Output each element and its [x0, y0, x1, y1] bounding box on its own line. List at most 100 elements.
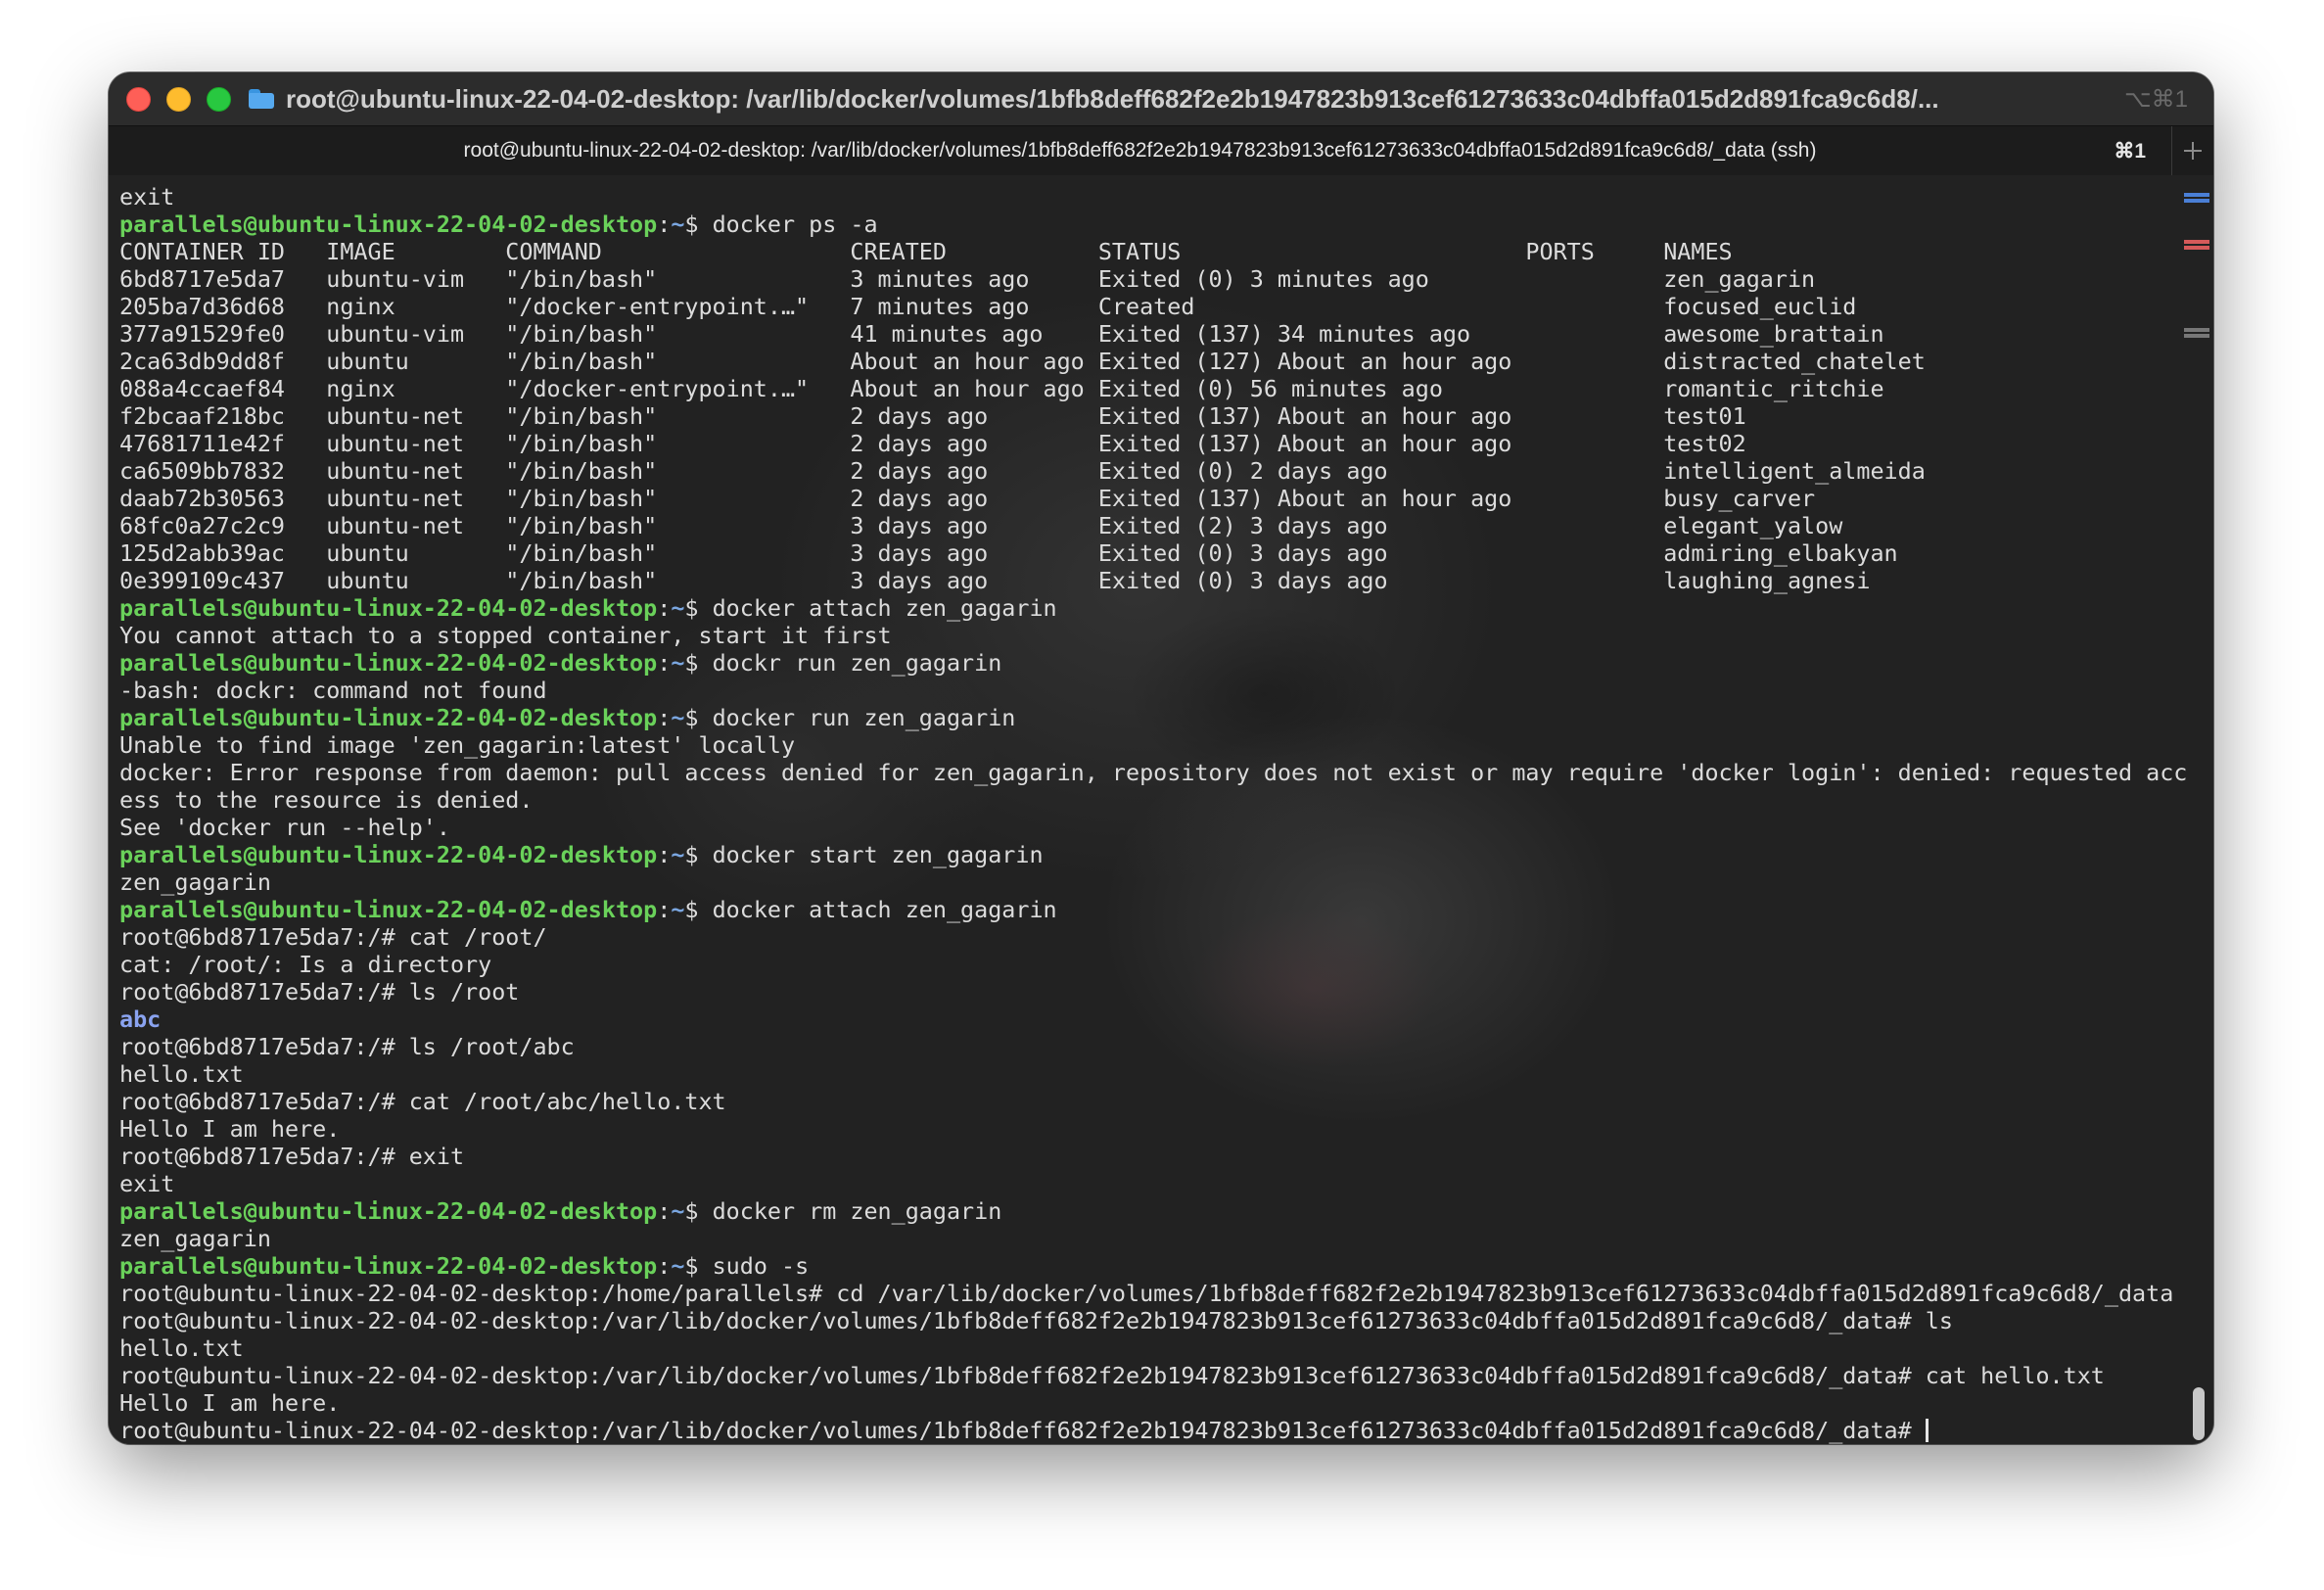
- output-text: 377a91529fe0 ubuntu-vim "/bin/bash" 41 m…: [119, 320, 1884, 348]
- output-text: 2ca63db9dd8f ubuntu "/bin/bash" About an…: [119, 348, 1926, 375]
- output-text: cat: /root/: Is a directory: [119, 951, 492, 978]
- prompt-user-host: parallels@ubuntu-linux-22-04-02-desktop: [119, 1197, 658, 1225]
- output-line: zen_gagarin: [119, 868, 2175, 896]
- window-controls: [126, 86, 247, 112]
- output-text: f2bcaaf218bc ubuntu-net "/bin/bash" 2 da…: [119, 402, 1746, 430]
- output-line: root@6bd8717e5da7:/# cat /root/: [119, 923, 2175, 951]
- prompt-path: ~: [671, 841, 685, 868]
- output-line: 205ba7d36d68 nginx "/docker-entrypoint.……: [119, 293, 2175, 320]
- tab-bar: root@ubuntu-linux-22-04-02-desktop: /var…: [109, 125, 2213, 176]
- command-text: $ docker run zen_gagarin: [684, 704, 1016, 731]
- scroll-marker-red-2: [2184, 246, 2209, 250]
- tab-ssh-session[interactable]: root@ubuntu-linux-22-04-02-desktop: /var…: [109, 126, 2171, 175]
- directory-listing-item: abc: [119, 1005, 162, 1033]
- prompt-separator: :: [657, 594, 672, 622]
- terminal-text: exit parallels@ubuntu-linux-22-04-02-desk…: [119, 183, 2187, 1444]
- output-line: CONTAINER ID IMAGE COMMAND CREATED STATU…: [119, 238, 2175, 265]
- output-text: root@6bd8717e5da7:/# ls /root: [119, 978, 520, 1005]
- output-text: exit: [119, 1170, 175, 1197]
- output-line: 377a91529fe0 ubuntu-vim "/bin/bash" 41 m…: [119, 320, 2175, 348]
- output-line: ca6509bb7832 ubuntu-net "/bin/bash" 2 da…: [119, 457, 2175, 485]
- output-text: zen_gagarin: [119, 1225, 271, 1252]
- output-line: docker: Error response from daemon: pull…: [119, 759, 2187, 786]
- command-text: $ docker rm zen_gagarin: [684, 1197, 1002, 1225]
- prompt-path: ~: [671, 649, 685, 677]
- prompt-user-host: parallels@ubuntu-linux-22-04-02-desktop: [119, 594, 658, 622]
- output-text: root@6bd8717e5da7:/# cat /root/: [119, 923, 547, 951]
- folder-icon: [249, 89, 274, 109]
- prompt-separator: :: [657, 649, 672, 677]
- prompt-path: ~: [671, 1197, 685, 1225]
- scroll-marker-blue-2: [2184, 199, 2209, 203]
- output-line: 2ca63db9dd8f ubuntu "/bin/bash" About an…: [119, 348, 2175, 375]
- output-line: abc: [119, 1005, 2175, 1033]
- close-window-button[interactable]: [126, 86, 151, 112]
- prompt-path: ~: [671, 896, 685, 923]
- title-bar[interactable]: root@ubuntu-linux-22-04-02-desktop: /var…: [109, 72, 2213, 125]
- text-cursor[interactable]: [1925, 1419, 1929, 1442]
- output-text: 088a4ccaef84 nginx "/docker-entrypoint.……: [119, 375, 1884, 402]
- output-text: hello.txt: [119, 1334, 244, 1362]
- minimize-window-button[interactable]: [166, 86, 191, 112]
- output-text: ess to the resource is denied.: [119, 786, 534, 814]
- output-text: ca6509bb7832 ubuntu-net "/bin/bash" 2 da…: [119, 457, 1926, 485]
- output-line: See 'docker run --help'.: [119, 814, 2175, 841]
- output-text: hello.txt: [119, 1060, 244, 1088]
- output-line: root@6bd8717e5da7:/# cat /root/abc/hello…: [119, 1088, 2175, 1115]
- prompt-path: ~: [671, 1252, 685, 1280]
- prompt-separator: :: [657, 1197, 672, 1225]
- output-text: daab72b30563 ubuntu-net "/bin/bash" 2 da…: [119, 485, 1816, 512]
- prompt-user-host: parallels@ubuntu-linux-22-04-02-desktop: [119, 704, 658, 731]
- output-line: hello.txt: [119, 1334, 2175, 1362]
- output-text: root@6bd8717e5da7:/# exit: [119, 1143, 465, 1170]
- output-text: 47681711e42f ubuntu-net "/bin/bash" 2 da…: [119, 430, 1746, 457]
- output-line: 088a4ccaef84 nginx "/docker-entrypoint.……: [119, 375, 2175, 402]
- output-text: You cannot attach to a stopped container…: [119, 622, 892, 649]
- prompt-line: parallels@ubuntu-linux-22-04-02-desktop:…: [119, 649, 2175, 677]
- prompt-line: parallels@ubuntu-linux-22-04-02-desktop:…: [119, 896, 2175, 923]
- new-tab-button[interactable]: [2171, 126, 2213, 175]
- output-line: Unable to find image 'zen_gagarin:latest…: [119, 731, 2175, 759]
- output-line: ess to the resource is denied.: [119, 786, 2175, 814]
- prompt-line: parallels@ubuntu-linux-22-04-02-desktop:…: [119, 210, 2175, 238]
- zoom-window-button[interactable]: [207, 86, 231, 112]
- terminal-output-area[interactable]: exit parallels@ubuntu-linux-22-04-02-desk…: [109, 175, 2213, 1444]
- prompt-path: ~: [671, 210, 685, 238]
- tab-title: root@ubuntu-linux-22-04-02-desktop: /var…: [463, 139, 1817, 162]
- scrollbar[interactable]: [2184, 175, 2213, 1444]
- scrollbar-thumb[interactable]: [2193, 1387, 2205, 1440]
- prompt-user-host: parallels@ubuntu-linux-22-04-02-desktop: [119, 896, 658, 923]
- output-line: root@ubuntu-linux-22-04-02-desktop:/home…: [119, 1280, 2175, 1307]
- output-text: root@6bd8717e5da7:/# cat /root/abc/hello…: [119, 1088, 726, 1115]
- window-shortcut-label: ⌥⌘1: [2123, 86, 2188, 113]
- command-text: $ docker ps -a: [684, 210, 878, 238]
- output-line: 125d2abb39ac ubuntu "/bin/bash" 3 days a…: [119, 539, 2175, 567]
- prompt-path: ~: [671, 594, 685, 622]
- output-line: root@ubuntu-linux-22-04-02-desktop:/var/…: [119, 1362, 2175, 1389]
- output-line: root@6bd8717e5da7:/# ls /root/abc: [119, 1033, 2175, 1060]
- scroll-marker-blue: [2184, 193, 2209, 197]
- output-line: You cannot attach to a stopped container…: [119, 622, 2175, 649]
- output-line: root@ubuntu-linux-22-04-02-desktop:/var/…: [119, 1307, 2175, 1334]
- command-text: $ docker attach zen_gagarin: [684, 594, 1057, 622]
- output-line: 68fc0a27c2c9 ubuntu-net "/bin/bash" 3 da…: [119, 512, 2175, 539]
- scroll-marker-gray: [2184, 328, 2209, 332]
- window-title: root@ubuntu-linux-22-04-02-desktop: /var…: [286, 83, 1939, 114]
- output-text: zen_gagarin: [119, 868, 271, 896]
- prompt-line: parallels@ubuntu-linux-22-04-02-desktop:…: [119, 1252, 2175, 1280]
- terminal-window: root@ubuntu-linux-22-04-02-desktop: /var…: [109, 72, 2213, 1444]
- output-line: Hello I am here.: [119, 1115, 2175, 1143]
- prompt-separator: :: [657, 210, 672, 238]
- output-text: 6bd8717e5da7 ubuntu-vim "/bin/bash" 3 mi…: [119, 265, 1816, 293]
- output-text: -bash: dockr: command not found: [119, 677, 547, 704]
- prompt-separator: :: [657, 704, 672, 731]
- prompt-line: parallels@ubuntu-linux-22-04-02-desktop:…: [119, 594, 2175, 622]
- output-text: Hello I am here.: [119, 1389, 341, 1417]
- command-text: $ dockr run zen_gagarin: [684, 649, 1002, 677]
- output-text: CONTAINER ID IMAGE COMMAND CREATED STATU…: [119, 238, 1733, 265]
- prompt-user-host: parallels@ubuntu-linux-22-04-02-desktop: [119, 841, 658, 868]
- output-line: exit: [119, 183, 2175, 210]
- prompt-separator: :: [657, 841, 672, 868]
- tab-shortcut-label: ⌘1: [2114, 140, 2146, 163]
- output-line: root@6bd8717e5da7:/# exit: [119, 1143, 2175, 1170]
